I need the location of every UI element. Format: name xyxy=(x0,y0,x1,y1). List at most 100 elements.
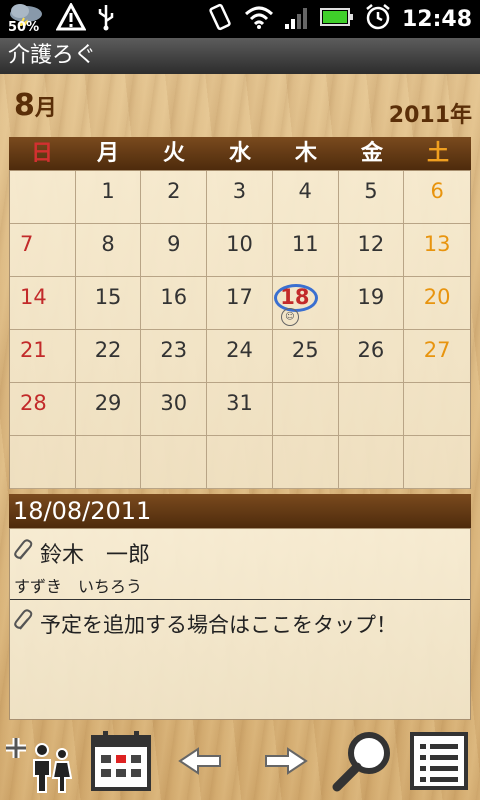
month-number: 8 xyxy=(14,88,35,123)
weekday-header: 日 月 火 水 木 金 土 xyxy=(9,137,471,170)
calendar-day-29[interactable]: 29 xyxy=(75,383,142,436)
alarm-icon xyxy=(364,3,392,35)
day-number: 11 xyxy=(291,232,319,256)
day-number: 3 xyxy=(232,179,247,203)
day-number: 13 xyxy=(423,232,451,256)
alert-icon xyxy=(55,1,87,35)
calendar-empty-cell[interactable] xyxy=(272,383,339,436)
calendar-day-11[interactable]: 11 xyxy=(272,224,339,277)
day-number: 19 xyxy=(357,285,385,309)
day-number: 27 xyxy=(423,338,451,362)
calendar-day-4[interactable]: 4 xyxy=(272,171,339,224)
calendar-empty-cell[interactable] xyxy=(338,383,405,436)
app-title-bar: 介護ろぐ xyxy=(0,38,480,74)
add-schedule-hint[interactable]: 予定を追加する場合はここをタップ！ xyxy=(40,609,397,639)
calendar-day-14[interactable]: 14 xyxy=(10,277,76,330)
calendar-day-22[interactable]: 22 xyxy=(75,330,142,383)
day-number: 2 xyxy=(167,179,181,203)
battery-icon xyxy=(319,6,354,32)
calendar-grid: 1 2 3 4 5 6 7 8 9 10 11 12 13 14 15 16 17 18 ☺ 19 20 21 22 23 24… xyxy=(10,171,470,489)
calendar-day-8[interactable]: 8 xyxy=(75,224,142,277)
list-button[interactable] xyxy=(404,728,474,798)
weather-icon: 50% xyxy=(6,2,46,36)
calendar-day-6[interactable]: 6 xyxy=(404,171,470,224)
day-number: 24 xyxy=(226,338,253,362)
today-highlight-ring xyxy=(273,284,318,312)
calendar-day-18[interactable]: 18 ☺ xyxy=(272,277,339,330)
calendar-day-13[interactable]: 13 xyxy=(404,224,470,277)
day-number: 30 xyxy=(160,391,188,415)
day-number: 25 xyxy=(291,338,319,362)
calendar-day-2[interactable]: 2 xyxy=(141,171,208,224)
search-button[interactable] xyxy=(328,728,398,798)
calendar-day-3[interactable]: 3 xyxy=(207,171,273,224)
calendar-day-31[interactable]: 31 xyxy=(207,383,273,436)
calendar-empty-cell[interactable] xyxy=(272,436,339,489)
calendar-day-16[interactable]: 16 xyxy=(141,277,208,330)
next-button[interactable] xyxy=(250,728,320,798)
day-number: 1 xyxy=(101,179,115,203)
calendar-day-30[interactable]: 30 xyxy=(141,383,208,436)
calendar-day-23[interactable]: 23 xyxy=(141,330,208,383)
event-marker-icon: ☺ xyxy=(280,308,299,326)
previous-button[interactable] xyxy=(166,728,236,798)
year-label: 2011年 xyxy=(388,103,472,128)
add-person-button[interactable] xyxy=(4,728,74,798)
month-calendar: 日 月 火 水 木 金 土 1 2 3 4 5 6 7 8 9 10 11 12 13 14 15 16 17 1… xyxy=(9,137,471,489)
weekday-tue: 火 xyxy=(162,141,185,166)
calendar-day-7[interactable]: 7 xyxy=(10,224,76,277)
app-title: 介護ろぐ xyxy=(8,43,97,68)
day-number: 15 xyxy=(94,285,122,309)
day-number: 4 xyxy=(298,179,312,203)
calendar-day-15[interactable]: 15 xyxy=(75,277,142,330)
battery-percent: 50% xyxy=(8,20,40,35)
calendar-day-10[interactable]: 10 xyxy=(207,224,273,277)
calendar-day-25[interactable]: 25 xyxy=(272,330,339,383)
add-person-icon xyxy=(6,728,73,798)
calendar-day-5[interactable]: 5 xyxy=(338,171,405,224)
day-number: 28 xyxy=(20,391,47,415)
month-label: 8月 xyxy=(14,88,57,123)
calendar-icon xyxy=(89,729,153,797)
search-icon xyxy=(331,729,395,797)
wifi-icon xyxy=(244,4,274,34)
day-number: 6 xyxy=(430,179,444,203)
status-bar: 50% 12:48 xyxy=(0,0,480,38)
weekday-sat: 土 xyxy=(426,141,449,166)
day-number: 23 xyxy=(160,338,188,362)
calendar-button[interactable] xyxy=(86,728,156,798)
calendar-day-12[interactable]: 12 xyxy=(338,224,405,277)
calendar-day-19[interactable]: 19 xyxy=(338,277,405,330)
day-number: 12 xyxy=(357,232,385,256)
day-number: 9 xyxy=(167,232,181,256)
calendar-empty-cell[interactable] xyxy=(141,436,208,489)
calendar-day-26[interactable]: 26 xyxy=(338,330,405,383)
day-number: 22 xyxy=(94,338,122,362)
day-number: 21 xyxy=(20,338,47,362)
calendar-day-27[interactable]: 27 xyxy=(404,330,470,383)
person-entry[interactable]: 鈴木 一郎 すずき いちろう xyxy=(10,529,470,600)
calendar-empty-cell[interactable] xyxy=(404,383,470,436)
calendar-day-20[interactable]: 20 xyxy=(404,277,470,330)
calendar-day-1[interactable]: 1 xyxy=(75,171,142,224)
list-icon xyxy=(408,730,470,796)
calendar-day-24[interactable]: 24 xyxy=(207,330,273,383)
day-number: 20 xyxy=(423,285,451,309)
schedule-panel: 鈴木 一郎 すずき いちろう 予定を追加する場合はここをタップ！ xyxy=(9,528,471,720)
calendar-empty-cell[interactable] xyxy=(75,436,142,489)
calendar-empty-cell[interactable] xyxy=(207,436,273,489)
calendar-day-17[interactable]: 17 xyxy=(207,277,273,330)
prev-arrow-icon xyxy=(176,741,226,785)
calendar-empty-cell[interactable] xyxy=(338,436,405,489)
calendar-day-21[interactable]: 21 xyxy=(10,330,76,383)
vibrate-icon xyxy=(206,3,234,35)
weekday-sun: 日 xyxy=(30,141,53,166)
calendar-empty-cell[interactable] xyxy=(10,436,76,489)
calendar-day-28[interactable]: 28 xyxy=(10,383,76,436)
weekday-thu: 木 xyxy=(294,141,317,166)
calendar-empty-cell[interactable] xyxy=(10,171,76,224)
paperclip-icon xyxy=(14,539,34,561)
calendar-empty-cell[interactable] xyxy=(404,436,470,489)
day-number: 7 xyxy=(20,232,34,256)
calendar-day-9[interactable]: 9 xyxy=(141,224,208,277)
